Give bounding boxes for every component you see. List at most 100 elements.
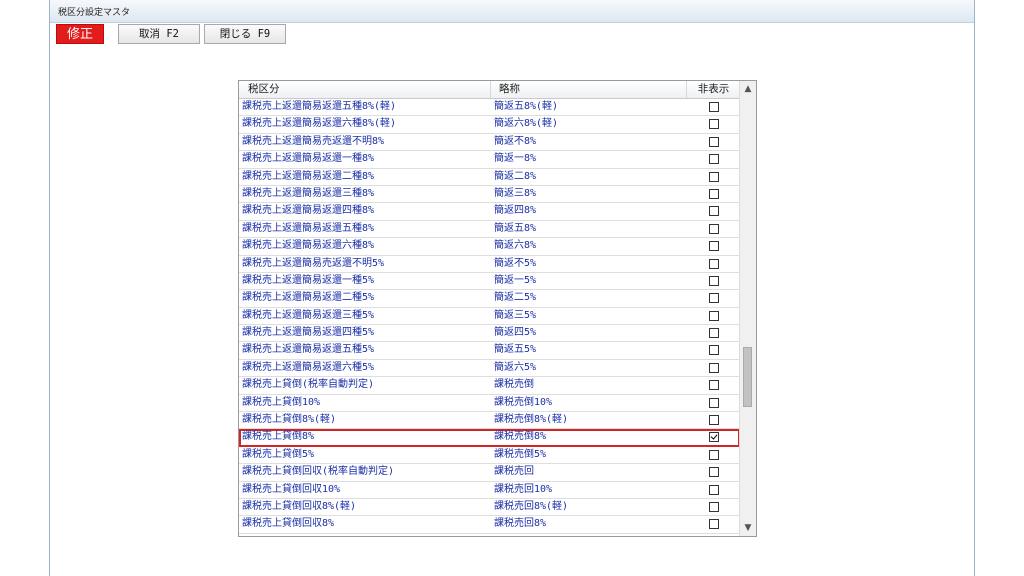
tax-category-cell[interactable]: 課税売上返還簡易返還一種5%	[242, 273, 488, 289]
tax-category-cell[interactable]: 課税売上貸倒10%	[242, 395, 488, 411]
hidden-checkbox[interactable]	[708, 467, 719, 478]
abbreviation-cell[interactable]: 課税売倒8%(軽)	[494, 412, 684, 428]
table-row[interactable]: 課税売上貸倒回収10% 課税売回10%	[239, 482, 740, 499]
hidden-checkbox[interactable]	[708, 519, 719, 530]
chevron-up-icon[interactable]: ▲	[740, 81, 756, 97]
abbreviation-cell[interactable]: 簡返一5%	[494, 273, 684, 289]
tax-category-cell[interactable]: 課税売上返還簡易売返還不明5%	[242, 256, 488, 272]
table-row-selected[interactable]: 課税売上貸倒8% 課税売倒8%	[239, 429, 740, 447]
table-row[interactable]: 課税売上返還簡易返還五種8% 簡返五8%	[239, 221, 740, 239]
tax-category-cell[interactable]: 課税売上貸倒回収10%	[242, 482, 488, 498]
table-row[interactable]: 課税売上返還簡易返還二種8% 簡返二8%	[239, 169, 740, 186]
hidden-checkbox[interactable]	[708, 119, 719, 130]
abbreviation-cell[interactable]: 課税売回8%	[494, 516, 684, 532]
column-header-abbreviation[interactable]: 略称	[491, 81, 687, 98]
tax-category-cell[interactable]: 課税売上返還簡易返還五種5%	[242, 342, 488, 358]
tax-category-cell[interactable]: 課税売上返還簡易返還三種5%	[242, 308, 488, 324]
vertical-scrollbar[interactable]: ▲ ▼	[739, 81, 756, 536]
hidden-checkbox[interactable]	[708, 310, 719, 321]
tax-category-cell[interactable]: 課税売上貸倒回収8%(軽)	[242, 499, 488, 515]
hidden-checkbox[interactable]	[708, 501, 719, 512]
abbreviation-cell[interactable]: 簡返四5%	[494, 325, 684, 341]
hidden-checkbox[interactable]	[708, 397, 719, 408]
hidden-checkbox[interactable]	[708, 328, 719, 339]
tax-category-cell[interactable]: 課税売上返還簡易返還一種8%	[242, 151, 488, 167]
tax-category-cell[interactable]: 課税売上返還簡易返還四種8%	[242, 203, 488, 219]
table-row[interactable]: 課税売上返還簡易返還二種5% 簡返二5%	[239, 290, 740, 308]
abbreviation-cell[interactable]: 簡返二5%	[494, 290, 684, 306]
hidden-checkbox[interactable]	[708, 154, 719, 165]
tax-category-cell[interactable]: 課税売上返還簡易返還二種5%	[242, 290, 488, 306]
table-row[interactable]: 課税売上返還簡易返還三種8% 簡返三8%	[239, 186, 740, 204]
close-button[interactable]: 閉じる F9	[204, 24, 286, 44]
table-row[interactable]: 課税売上貸倒回収8%(軽) 課税売回8%(軽)	[239, 499, 740, 517]
tax-category-cell[interactable]: 課税売上返還簡易返還六種8%(軽)	[242, 116, 488, 132]
abbreviation-cell[interactable]: 簡返不5%	[494, 256, 684, 272]
abbreviation-cell[interactable]: 簡返三8%	[494, 186, 684, 202]
hidden-checkbox[interactable]	[708, 258, 719, 269]
tax-category-cell[interactable]: 課税売上返還簡易返還二種8%	[242, 169, 488, 185]
abbreviation-cell[interactable]: 課税売回10%	[494, 482, 684, 498]
abbreviation-cell[interactable]: 簡返六8%	[494, 238, 684, 254]
tax-category-cell[interactable]: 課税売上貸倒(税率自動判定)	[242, 377, 488, 393]
abbreviation-cell[interactable]: 簡返一8%	[494, 151, 684, 167]
table-row[interactable]: 課税売上貸倒8%(軽) 課税売倒8%(軽)	[239, 412, 740, 430]
tax-category-cell[interactable]: 課税売上貸倒8%(軽)	[242, 412, 488, 428]
table-row[interactable]: 課税売上貸倒5% 課税売倒5%	[239, 447, 740, 465]
hidden-checkbox[interactable]	[708, 188, 719, 199]
table-row[interactable]: 課税売上返還簡易返還六種5% 簡返六5%	[239, 360, 740, 378]
abbreviation-cell[interactable]: 簡返二8%	[494, 169, 684, 185]
abbreviation-cell[interactable]: 課税売倒	[494, 377, 684, 393]
hidden-checkbox[interactable]	[708, 293, 719, 304]
column-header-hidden[interactable]: 非表示	[687, 81, 740, 98]
abbreviation-cell[interactable]: 簡返四8%	[494, 203, 684, 219]
hidden-checkbox[interactable]	[708, 136, 719, 147]
abbreviation-cell[interactable]: 課税売回	[494, 464, 684, 480]
abbreviation-cell[interactable]: 簡返不8%	[494, 134, 684, 150]
tax-category-cell[interactable]: 課税売上貸倒回収(税率自動判定)	[242, 464, 488, 480]
column-header-tax-category[interactable]: 税区分	[239, 81, 491, 98]
abbreviation-cell[interactable]: 課税売回8%(軽)	[494, 499, 684, 515]
hidden-checkbox[interactable]	[708, 223, 719, 234]
table-row[interactable]: 課税売上返還簡易返還三種5% 簡返三5%	[239, 308, 740, 326]
abbreviation-cell[interactable]: 簡返六8%(軽)	[494, 116, 684, 132]
tax-category-cell[interactable]: 課税売上返還簡易返還六種8%	[242, 238, 488, 254]
abbreviation-cell[interactable]: 簡返五8%	[494, 221, 684, 237]
abbreviation-cell[interactable]: 課税売倒5%	[494, 447, 684, 463]
hidden-checkbox[interactable]	[708, 380, 719, 391]
tax-category-cell[interactable]: 課税売上返還簡易返還五種8%(軽)	[242, 99, 488, 115]
table-row[interactable]: 課税売上返還簡易売返還不明8% 簡返不8%	[239, 134, 740, 152]
table-row[interactable]: 課税売上返還簡易返還一種8% 簡返一8%	[239, 151, 740, 169]
hidden-checkbox[interactable]	[708, 484, 719, 495]
abbreviation-cell[interactable]: 簡返三5%	[494, 308, 684, 324]
abbreviation-cell[interactable]: 簡返六5%	[494, 360, 684, 376]
hidden-checkbox[interactable]	[708, 102, 719, 112]
table-row[interactable]: 課税売上返還簡易返還五種5% 簡返五5%	[239, 342, 740, 360]
hidden-checkbox[interactable]	[708, 241, 719, 252]
table-row[interactable]: 課税売上貸倒回収8% 課税売回8%	[239, 516, 740, 534]
tax-category-cell[interactable]: 課税売上貸倒回収8%	[242, 516, 488, 532]
tax-category-grid[interactable]: 税区分 略称 非表示 課税売上返還簡易返還五種8%(軽) 簡返五8%(軽) 課税売上…	[238, 80, 757, 537]
table-row[interactable]: 課税売上貸倒回収(税率自動判定) 課税売回	[239, 464, 740, 482]
cancel-button[interactable]: 取消 F2	[118, 24, 200, 44]
tax-category-cell[interactable]: 課税売上返還簡易返還三種8%	[242, 186, 488, 202]
hidden-checkbox[interactable]	[708, 362, 719, 373]
table-row[interactable]: 課税売上返還簡易返還五種8%(軽) 簡返五8%(軽)	[239, 99, 740, 117]
scrollbar-thumb[interactable]	[743, 347, 752, 407]
chevron-down-icon[interactable]: ▼	[740, 520, 756, 536]
table-row[interactable]: 課税売上返還簡易返還四種8% 簡返四8%	[239, 203, 740, 221]
hidden-checkbox[interactable]	[708, 206, 719, 217]
hidden-checkbox[interactable]	[708, 275, 719, 286]
tax-category-cell[interactable]: 課税売上貸倒5%	[242, 447, 488, 463]
tax-category-cell[interactable]: 課税売上返還簡易売返還不明8%	[242, 134, 488, 150]
hidden-checkbox[interactable]	[708, 415, 719, 426]
hidden-checkbox[interactable]	[708, 345, 719, 356]
abbreviation-cell[interactable]: 課税売倒10%	[494, 395, 684, 411]
tax-category-cell[interactable]: 課税売上返還簡易返還四種5%	[242, 325, 488, 341]
table-row[interactable]: 課税売上返還簡易返還六種8% 簡返六8%	[239, 238, 740, 256]
table-row[interactable]: 課税売上返還簡易返還一種5% 簡返一5%	[239, 273, 740, 291]
hidden-checkbox[interactable]	[708, 432, 719, 443]
table-row[interactable]: 課税売上返還簡易売返還不明5% 簡返不5%	[239, 256, 740, 273]
hidden-checkbox[interactable]	[708, 449, 719, 460]
abbreviation-cell[interactable]: 簡返五8%(軽)	[494, 99, 684, 115]
